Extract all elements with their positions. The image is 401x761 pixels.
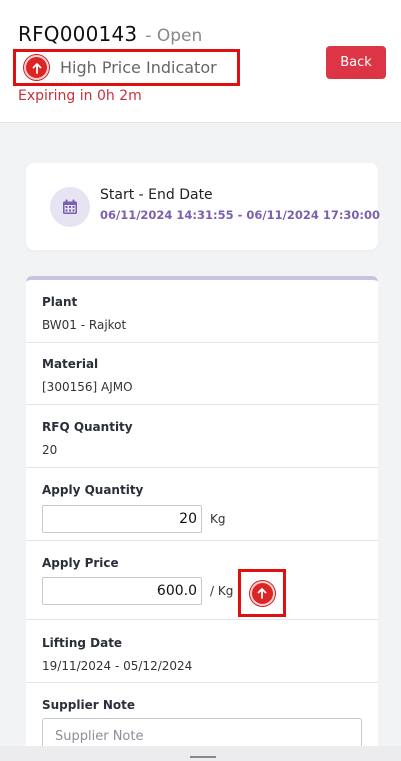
supplier-note-label: Supplier Note <box>42 698 135 712</box>
material-label: Material <box>42 357 99 371</box>
high-price-label: High Price Indicator <box>60 58 217 77</box>
arrow-up-circle-icon <box>24 55 49 80</box>
rfq-number: RFQ000143 <box>18 22 138 46</box>
plant-value: BW01 - Rajkot <box>42 318 127 332</box>
apply-price-unit: / Kg <box>210 584 234 598</box>
calendar-icon <box>50 187 90 227</box>
high-price-indicator: High Price Indicator <box>13 49 240 86</box>
page-header: RFQ000143 - Open High Price Indicator Ex… <box>0 0 401 123</box>
plant-row: Plant BW01 - Rajkot <box>26 280 378 343</box>
apply-price-label: Apply Price <box>42 556 119 570</box>
date-range: 06/11/2024 14:31:55 - 06/11/2024 17:30:0… <box>100 208 381 222</box>
price-indicator-highlight <box>238 569 286 617</box>
rfq-title: RFQ000143 - Open <box>18 22 202 50</box>
apply-price-row: Apply Price / Kg <box>26 541 378 620</box>
rfq-quantity-value: 20 <box>42 443 58 457</box>
lifting-date-row: Lifting Date 19/11/2024 - 05/12/2024 <box>26 620 378 683</box>
bottom-sheet-bar[interactable] <box>0 746 401 761</box>
back-button[interactable]: Back <box>326 46 386 79</box>
lifting-date-value: 19/11/2024 - 05/12/2024 <box>42 659 193 673</box>
apply-price-input[interactable] <box>42 577 202 605</box>
lifting-date-label: Lifting Date <box>42 636 123 650</box>
arrow-up-circle-icon <box>249 580 275 606</box>
rfq-form: Plant BW01 - Rajkot Material [300156] AJ… <box>26 276 378 756</box>
apply-quantity-row: Apply Quantity Kg <box>26 468 378 541</box>
rfq-quantity-row: RFQ Quantity 20 <box>26 405 378 468</box>
apply-quantity-unit: Kg <box>210 512 226 526</box>
apply-quantity-label: Apply Quantity <box>42 483 144 497</box>
date-title: Start - End Date <box>100 187 213 203</box>
rfq-status: - Open <box>145 26 203 46</box>
expiry-text: Expiring in 0h 2m <box>18 88 142 104</box>
material-row: Material [300156] AJMO <box>26 343 378 405</box>
material-value: [300156] AJMO <box>42 380 133 394</box>
apply-quantity-input[interactable] <box>42 505 202 533</box>
date-card: Start - End Date 06/11/2024 14:31:55 - 0… <box>26 163 381 250</box>
drag-handle[interactable] <box>190 756 216 758</box>
rfq-quantity-label: RFQ Quantity <box>42 420 133 434</box>
plant-label: Plant <box>42 295 78 309</box>
